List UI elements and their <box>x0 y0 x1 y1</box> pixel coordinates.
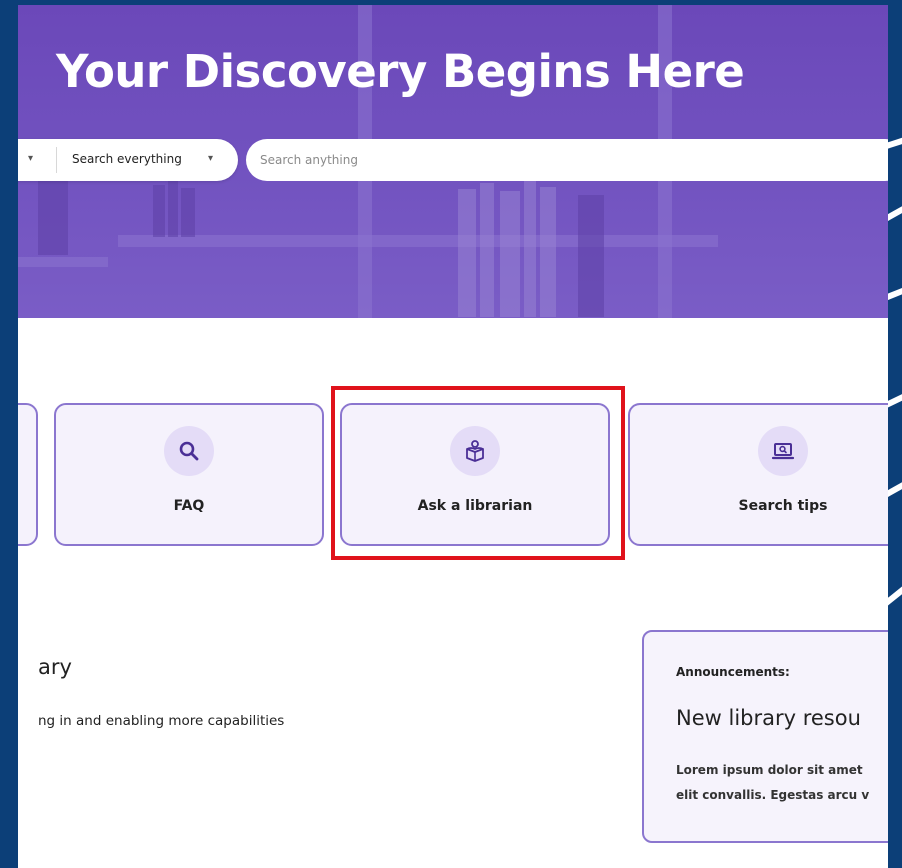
laptop-search-icon <box>771 443 795 460</box>
library-homepage: Your Discovery Begins Here ▾ Search ever… <box>18 5 888 868</box>
announcements-label: Announcements: <box>676 665 790 679</box>
search-input[interactable] <box>246 139 888 181</box>
announcements-panel: Announcements: New library resou Lorem i… <box>642 630 888 843</box>
search-icon <box>179 441 199 461</box>
divider <box>56 147 57 173</box>
highlight-box <box>331 386 625 560</box>
announcement-body-line: elit convallis. Egestas arcu v <box>676 788 870 802</box>
announcement-heading[interactable]: New library resou <box>676 706 861 730</box>
hero-banner: Your Discovery Begins Here ▾ Search ever… <box>18 5 888 318</box>
chevron-down-icon[interactable]: ▾ <box>28 153 33 164</box>
icon-circle <box>758 426 808 476</box>
search-scope-bar: ▾ Search everything ▾ <box>18 139 238 181</box>
chevron-down-icon[interactable]: ▾ <box>208 153 213 164</box>
about-title: ary <box>38 655 72 679</box>
search-scope-dropdown[interactable]: Search everything <box>72 152 182 166</box>
announcement-body: Lorem ipsum dolor sit amet elit convalli… <box>676 758 888 808</box>
search-tips-label: Search tips <box>738 498 828 514</box>
announcement-body-line: Lorem ipsum dolor sit amet <box>676 763 863 777</box>
faq-card[interactable]: FAQ <box>54 403 324 546</box>
icon-circle <box>164 426 214 476</box>
search-tips-card[interactable]: Search tips <box>628 403 888 546</box>
about-text: ng in and enabling more capabilities <box>38 713 285 729</box>
page-title: Your Discovery Begins Here <box>56 45 745 98</box>
quick-link-card-partial[interactable] <box>18 403 38 546</box>
faq-label: FAQ <box>173 498 205 514</box>
